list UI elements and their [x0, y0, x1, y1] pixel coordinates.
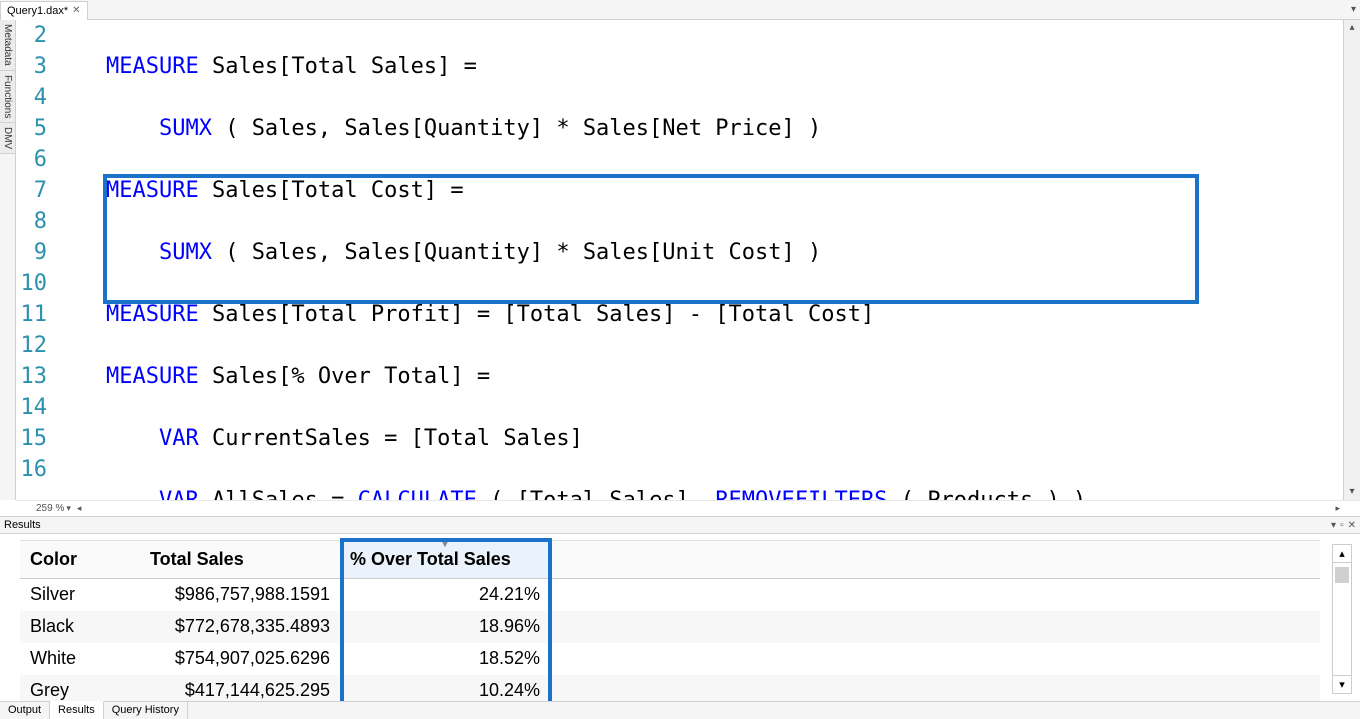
- panel-close-icon[interactable]: ✕: [1348, 520, 1356, 531]
- file-tab[interactable]: Query1.dax* ✕: [0, 1, 88, 20]
- bottom-tab-history[interactable]: Query History: [104, 702, 188, 719]
- results-vertical-scrollbar[interactable]: ▴ ▾: [1332, 544, 1352, 694]
- table-row[interactable]: White $754,907,025.6296 18.52%: [20, 643, 1320, 675]
- results-panel-label: Results: [4, 519, 41, 531]
- scroll-up-icon[interactable]: ▴: [1344, 20, 1360, 36]
- code-line: MEASURE Sales[Total Profit] = [Total Sal…: [53, 299, 1343, 330]
- code-container[interactable]: 2 3 4 5 6 7 8 9 10 11 12 13 14 15 16 MEA…: [16, 20, 1360, 500]
- bottom-tab-bar: Output Results Query History: [0, 701, 1360, 719]
- file-tab-bar: Query1.dax* ✕ ▾: [0, 0, 1360, 20]
- results-table: Color Total Sales ▾ % Over Total Sales S…: [20, 540, 1320, 707]
- side-tab-metadata[interactable]: Metadata: [0, 20, 15, 71]
- code-line: SUMX ( Sales, Sales[Quantity] * Sales[Un…: [53, 237, 1343, 268]
- column-header-empty: [550, 541, 1320, 579]
- column-header-total-sales[interactable]: Total Sales: [140, 541, 340, 579]
- file-tab-label: Query1.dax*: [7, 5, 68, 17]
- scroll-up-icon[interactable]: ▴: [1333, 545, 1351, 563]
- panel-pin-icon[interactable]: ▫: [1340, 520, 1344, 531]
- code-body[interactable]: MEASURE Sales[Total Sales] = SUMX ( Sale…: [53, 20, 1343, 500]
- close-icon[interactable]: ✕: [72, 5, 80, 16]
- column-header-pct[interactable]: ▾ % Over Total Sales: [340, 541, 550, 579]
- table-row[interactable]: Silver $986,757,988.1591 24.21%: [20, 579, 1320, 611]
- bottom-tab-results[interactable]: Results: [50, 701, 104, 719]
- panel-dropdown-icon[interactable]: ▾: [1331, 520, 1336, 531]
- side-tab-functions[interactable]: Functions: [0, 71, 15, 123]
- results-panel-header: Results ▾ ▫ ✕: [0, 516, 1360, 534]
- scroll-thumb[interactable]: [1335, 567, 1349, 583]
- code-line: VAR AllSales = CALCULATE ( [Total Sales]…: [53, 485, 1343, 500]
- code-line: VAR CurrentSales = [Total Sales]: [53, 423, 1343, 454]
- scroll-down-icon[interactable]: ▾: [1344, 484, 1360, 500]
- side-tabs: Metadata Functions DMV: [0, 20, 16, 500]
- table-row[interactable]: Black $772,678,335.4893 18.96%: [20, 611, 1320, 643]
- editor-zoom-bar: 259 % ▾ ◂ ▸: [16, 500, 1360, 516]
- zoom-level[interactable]: 259 %: [36, 503, 64, 514]
- code-line: MEASURE Sales[Total Sales] =: [53, 51, 1343, 82]
- hscroll-right-icon[interactable]: ▸: [1335, 503, 1340, 514]
- sort-desc-icon: ▾: [442, 539, 447, 550]
- scroll-down-icon[interactable]: ▾: [1333, 675, 1351, 693]
- editor-vertical-scrollbar[interactable]: ▴ ▾: [1343, 20, 1360, 500]
- table-header-row: Color Total Sales ▾ % Over Total Sales: [20, 541, 1320, 579]
- tab-overflow-icon[interactable]: ▾: [1351, 4, 1356, 15]
- code-line: SUMX ( Sales, Sales[Quantity] * Sales[Ne…: [53, 113, 1343, 144]
- hscroll-left-icon[interactable]: ◂: [77, 503, 82, 514]
- results-panel-body: Color Total Sales ▾ % Over Total Sales S…: [0, 534, 1360, 702]
- column-header-color[interactable]: Color: [20, 541, 140, 579]
- side-tab-dmv[interactable]: DMV: [0, 123, 15, 154]
- editor-area: Metadata Functions DMV 2 3 4 5 6 7 8 9 1…: [0, 20, 1360, 500]
- code-line: MEASURE Sales[% Over Total] =: [53, 361, 1343, 392]
- bottom-tab-output[interactable]: Output: [0, 702, 50, 719]
- zoom-dropdown-icon[interactable]: ▾: [66, 503, 71, 514]
- code-line: MEASURE Sales[Total Cost] =: [53, 175, 1343, 206]
- line-number-gutter: 2 3 4 5 6 7 8 9 10 11 12 13 14 15 16: [16, 20, 53, 500]
